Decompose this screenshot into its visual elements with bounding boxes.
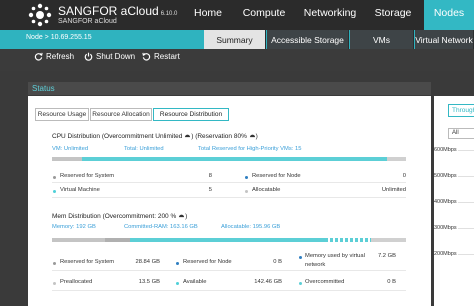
tab-virtual-network[interactable]: Virtual Network [415,30,474,50]
nav-storage[interactable]: Storage [370,0,416,30]
restart-label: Restart [154,52,180,61]
cpu-allocatable-value: Unlimited [381,187,406,193]
subtab-resource-distribution[interactable]: Resource Distribution [153,108,229,121]
mem-overcommitted-value: 0 B [387,279,396,285]
cpu-distribution-title: CPU Distribution (Overcommitment Unlimit… [52,133,258,140]
cpu-vm-value: 5 [208,187,212,193]
nav-compute[interactable]: Compute [238,0,290,30]
speed-icon [179,214,185,218]
status-panel [28,96,431,306]
throughput-button[interactable]: Throughput [448,104,474,117]
brand-name: SANGFOR aCloud [58,4,159,18]
grid-line [458,176,474,177]
grid-line [458,228,474,229]
mem-distribution-bar [52,238,406,242]
cpu-total-reserved-info: Total Reserved for High-Priority VMs: 15 [198,146,302,152]
node-breadcrumb: Node > 10.69.255.15 [26,34,92,41]
mem-memory-info: Memory: 192 GB [52,224,96,230]
sangfor-logo-icon [28,3,52,27]
mem-overcommitted-label: Overcommitted [305,279,345,285]
grid-line [458,150,474,151]
legend-dot [53,176,56,179]
cpu-vm-info: VM: Unlimited [52,146,89,152]
refresh-label: Refresh [46,52,75,61]
app-version: 6.10.0 [160,11,178,17]
shutdown-button[interactable]: Shut Down [84,52,135,61]
cpu-vm-label: Virtual Machine [60,187,100,193]
cpu-reserved-system-value: 8 [208,173,212,179]
subtab-resource-allocation[interactable]: Resource Allocation [90,108,152,121]
app-brand: SANGFOR aCloud 6.10.0 [58,4,177,18]
refresh-icon [34,52,43,61]
legend-dot [176,262,179,265]
cpu-reserved-node-label: Reserved for Node [252,173,301,179]
mem-vnet-label: Memory used by virtual network [305,253,365,268]
mem-reserved-system-label: Reserved for System [60,259,115,265]
throughput-filter-select[interactable]: All [448,128,474,139]
mem-preallocated-label: Preallocated [60,279,93,285]
cpu-total-info: Total: Unlimited [124,146,164,152]
cpu-bar-vm [82,157,387,161]
mem-distribution-title: Mem Distribution (Overcommitment: 200 % … [52,213,188,220]
nav-networking[interactable]: Networking [300,0,360,30]
mem-bar-vm [129,238,325,242]
y-tick-label: 200Mbps [434,251,457,257]
grid-line [458,254,474,255]
mem-title-text: Mem Distribution (Overcommitment: 200 % [52,213,177,220]
legend-dot [299,282,302,285]
mem-bar-preallocated [105,238,130,242]
legend-dot [245,176,248,179]
status-header: Status [28,82,431,95]
y-tick-label: 600Mbps [434,147,457,153]
legend-dot [299,256,302,259]
y-tick-label: 300Mbps [434,225,457,231]
subtab-resource-usage[interactable]: Resource Usage [35,108,89,121]
cpu-title-text: CPU Distribution (Overcommitment Unlimit… [52,133,183,140]
shutdown-label: Shut Down [96,52,136,61]
mem-committed-info: Committed-RAM: 163.16 GB [124,224,198,230]
brand-subtitle: SANGFOR aCloud [58,18,117,25]
mem-allocatable-info: Allocatable: 195.96 GB [221,224,281,230]
restart-icon [142,52,151,61]
divider [52,290,406,291]
cpu-reserved-node-value: 0 [402,173,406,179]
speed-icon [249,134,255,138]
cpu-allocatable-label: Allocatable [252,187,281,193]
restart-button[interactable]: Restart [142,52,180,61]
mem-preallocated-value: 13.5 GB [138,279,160,285]
refresh-button[interactable]: Refresh [34,52,74,61]
legend-dot [245,190,248,193]
mem-available-value: 142.46 GB [254,279,282,285]
mem-reserved-node-value: 0 B [273,259,282,265]
legend-dot [53,282,56,285]
mem-reserved-node-label: Reserved for Node [183,259,232,265]
divider [52,182,406,183]
speed-icon [185,134,191,138]
grid-line [458,202,474,203]
tab-accessible-storage[interactable]: Accessible Storage [267,30,349,50]
nav-home[interactable]: Home [188,0,228,30]
divider [52,270,406,271]
tab-vms[interactable]: VMs [350,30,414,50]
mem-reserved-system-value: 28.84 GB [135,259,161,265]
nav-nodes[interactable]: Nodes [424,0,474,30]
legend-dot [176,282,179,285]
legend-dot [53,262,56,265]
mem-bar-overcommit [324,238,371,242]
tab-summary[interactable]: Summary [204,30,266,50]
mem-bar-reserved-system [52,238,106,242]
y-tick-label: 500Mbps [434,173,457,179]
cpu-distribution-bar [52,157,406,161]
power-icon [84,52,93,61]
cpu-reservation-text: (Reservation 80% [195,133,247,140]
mem-vnet-value: 7.2 GB [377,253,396,259]
divider [52,197,406,198]
cpu-reserved-system-label: Reserved for System [60,173,115,179]
y-tick-label: 400Mbps [434,199,457,205]
cpu-bar-reserved-system [52,157,83,161]
mem-available-label: Available [183,279,207,285]
legend-dot [53,190,56,193]
